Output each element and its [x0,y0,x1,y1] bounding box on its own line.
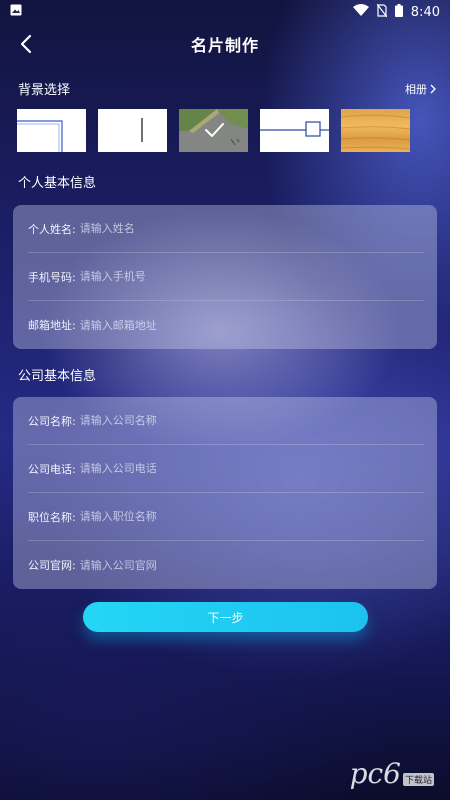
name-input[interactable] [79,222,424,235]
image-notification-icon [10,4,22,20]
clock-text: 8:40 [410,4,440,20]
phone-label: 手机号码: [28,270,76,284]
background-thumb-3-selected[interactable] [179,109,248,152]
position-label: 职位名称: [28,510,76,524]
background-section-label: 背景选择 [18,83,71,98]
battery-icon [394,3,403,21]
background-thumb-1[interactable] [17,109,86,152]
company-phone-field-row: 公司电话: [28,445,424,493]
status-bar: 8:40 [0,0,450,24]
personal-section-label: 个人基本信息 [18,176,97,191]
chevron-right-icon [430,84,436,93]
email-input[interactable] [79,318,424,332]
background-thumb-2[interactable] [98,109,167,152]
phone-input[interactable] [79,270,424,283]
personal-section-header: 个人基本信息 [18,172,436,191]
personal-info-card: 个人姓名: 手机号码: 邮箱地址: [13,205,437,349]
page-title: 名片制作 [190,36,259,55]
wifi-icon [352,4,369,20]
company-info-card: 公司名称: 公司电话: 职位名称: 公司官网: [13,397,437,589]
background-thumb-5-wood[interactable] [341,109,410,152]
company-name-field-row: 公司名称: [28,397,424,445]
name-field-row: 个人姓名: [28,205,424,253]
company-section-header: 公司基本信息 [18,365,436,384]
top-bar: 名片制作 [0,24,450,64]
background-section-header: 背景选择 相册 [18,79,436,98]
position-field-row: 职位名称: [28,493,424,541]
position-input[interactable] [79,510,424,523]
company-phone-input[interactable] [79,462,424,475]
website-label: 公司官网: [28,559,76,572]
company-name-input[interactable] [79,414,424,427]
background-thumbnails [17,109,410,152]
watermark-sub: 下载站 [402,773,434,786]
album-link[interactable]: 相册 [405,81,436,97]
company-phone-label: 公司电话: [28,462,76,476]
company-name-label: 公司名称: [28,414,76,428]
website-field-row: 公司官网: [28,541,424,589]
name-label: 个人姓名: [28,222,76,236]
company-section-label: 公司基本信息 [18,369,97,384]
phone-field-row: 手机号码: [28,253,424,301]
watermark-logo: pc6 下载站 [350,757,434,790]
email-label: 邮箱地址: [28,319,76,332]
chevron-left-icon [20,34,32,54]
watermark-main: pc6 [349,757,401,790]
website-input[interactable] [79,558,424,572]
back-button[interactable] [14,32,38,56]
no-sim-icon [376,3,388,21]
next-step-button[interactable]: 下一步 [83,602,368,632]
background-thumb-4[interactable] [260,109,329,152]
album-label: 相册 [405,82,427,96]
email-field-row: 邮箱地址: [28,301,424,349]
